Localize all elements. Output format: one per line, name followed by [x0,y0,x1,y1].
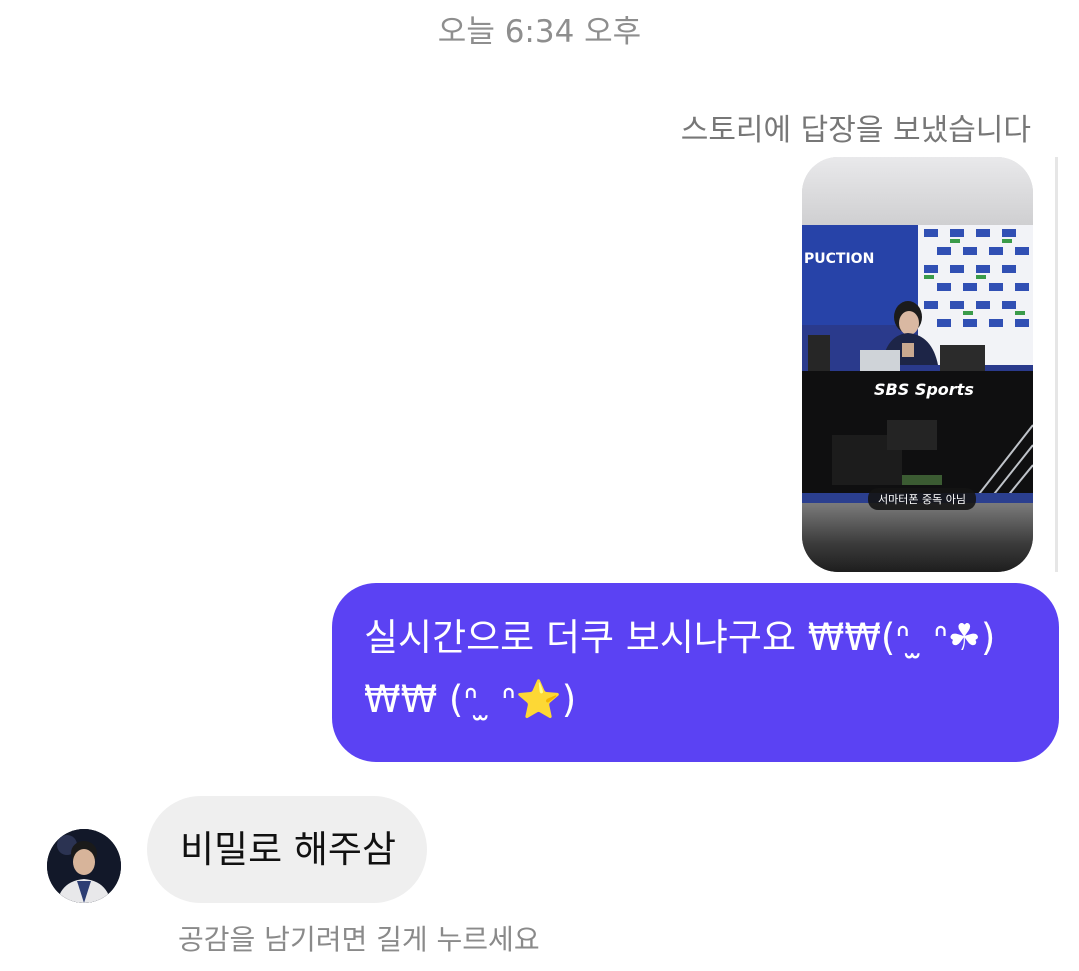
sender-avatar[interactable] [47,829,121,903]
story-photo: PUCTION SBS Sports [802,225,1033,503]
story-thumbnail-top [802,157,1033,225]
sent-message-bubble[interactable]: 실시간으로 더쿠 보시냐구요 ₩₩(ᐢ ̫ ᐢ☘)₩₩ (ᐢ ̫ ᐢ⭐) [332,583,1059,762]
story-reply-label: 스토리에 답장을 보냈습니다 [680,113,1031,148]
received-message-bubble[interactable]: 비밀로 해주삼 [147,796,427,903]
avatar-image [47,829,121,903]
reaction-hint: 공감을 남기려면 길게 누르세요 [178,923,540,956]
story-reply-edge [1055,157,1058,572]
story-caption: 서마터폰 중독 아님 [868,488,976,510]
story-banner-text: PUCTION [804,251,874,267]
story-logo-text: SBS Sports [874,380,974,399]
story-thumbnail-bottom [802,503,1033,572]
message-timestamp: 오늘 6:34 오후 [437,14,642,50]
story-reply-thumbnail[interactable]: PUCTION SBS Sports 서마터폰 중독 아님 [802,157,1033,572]
